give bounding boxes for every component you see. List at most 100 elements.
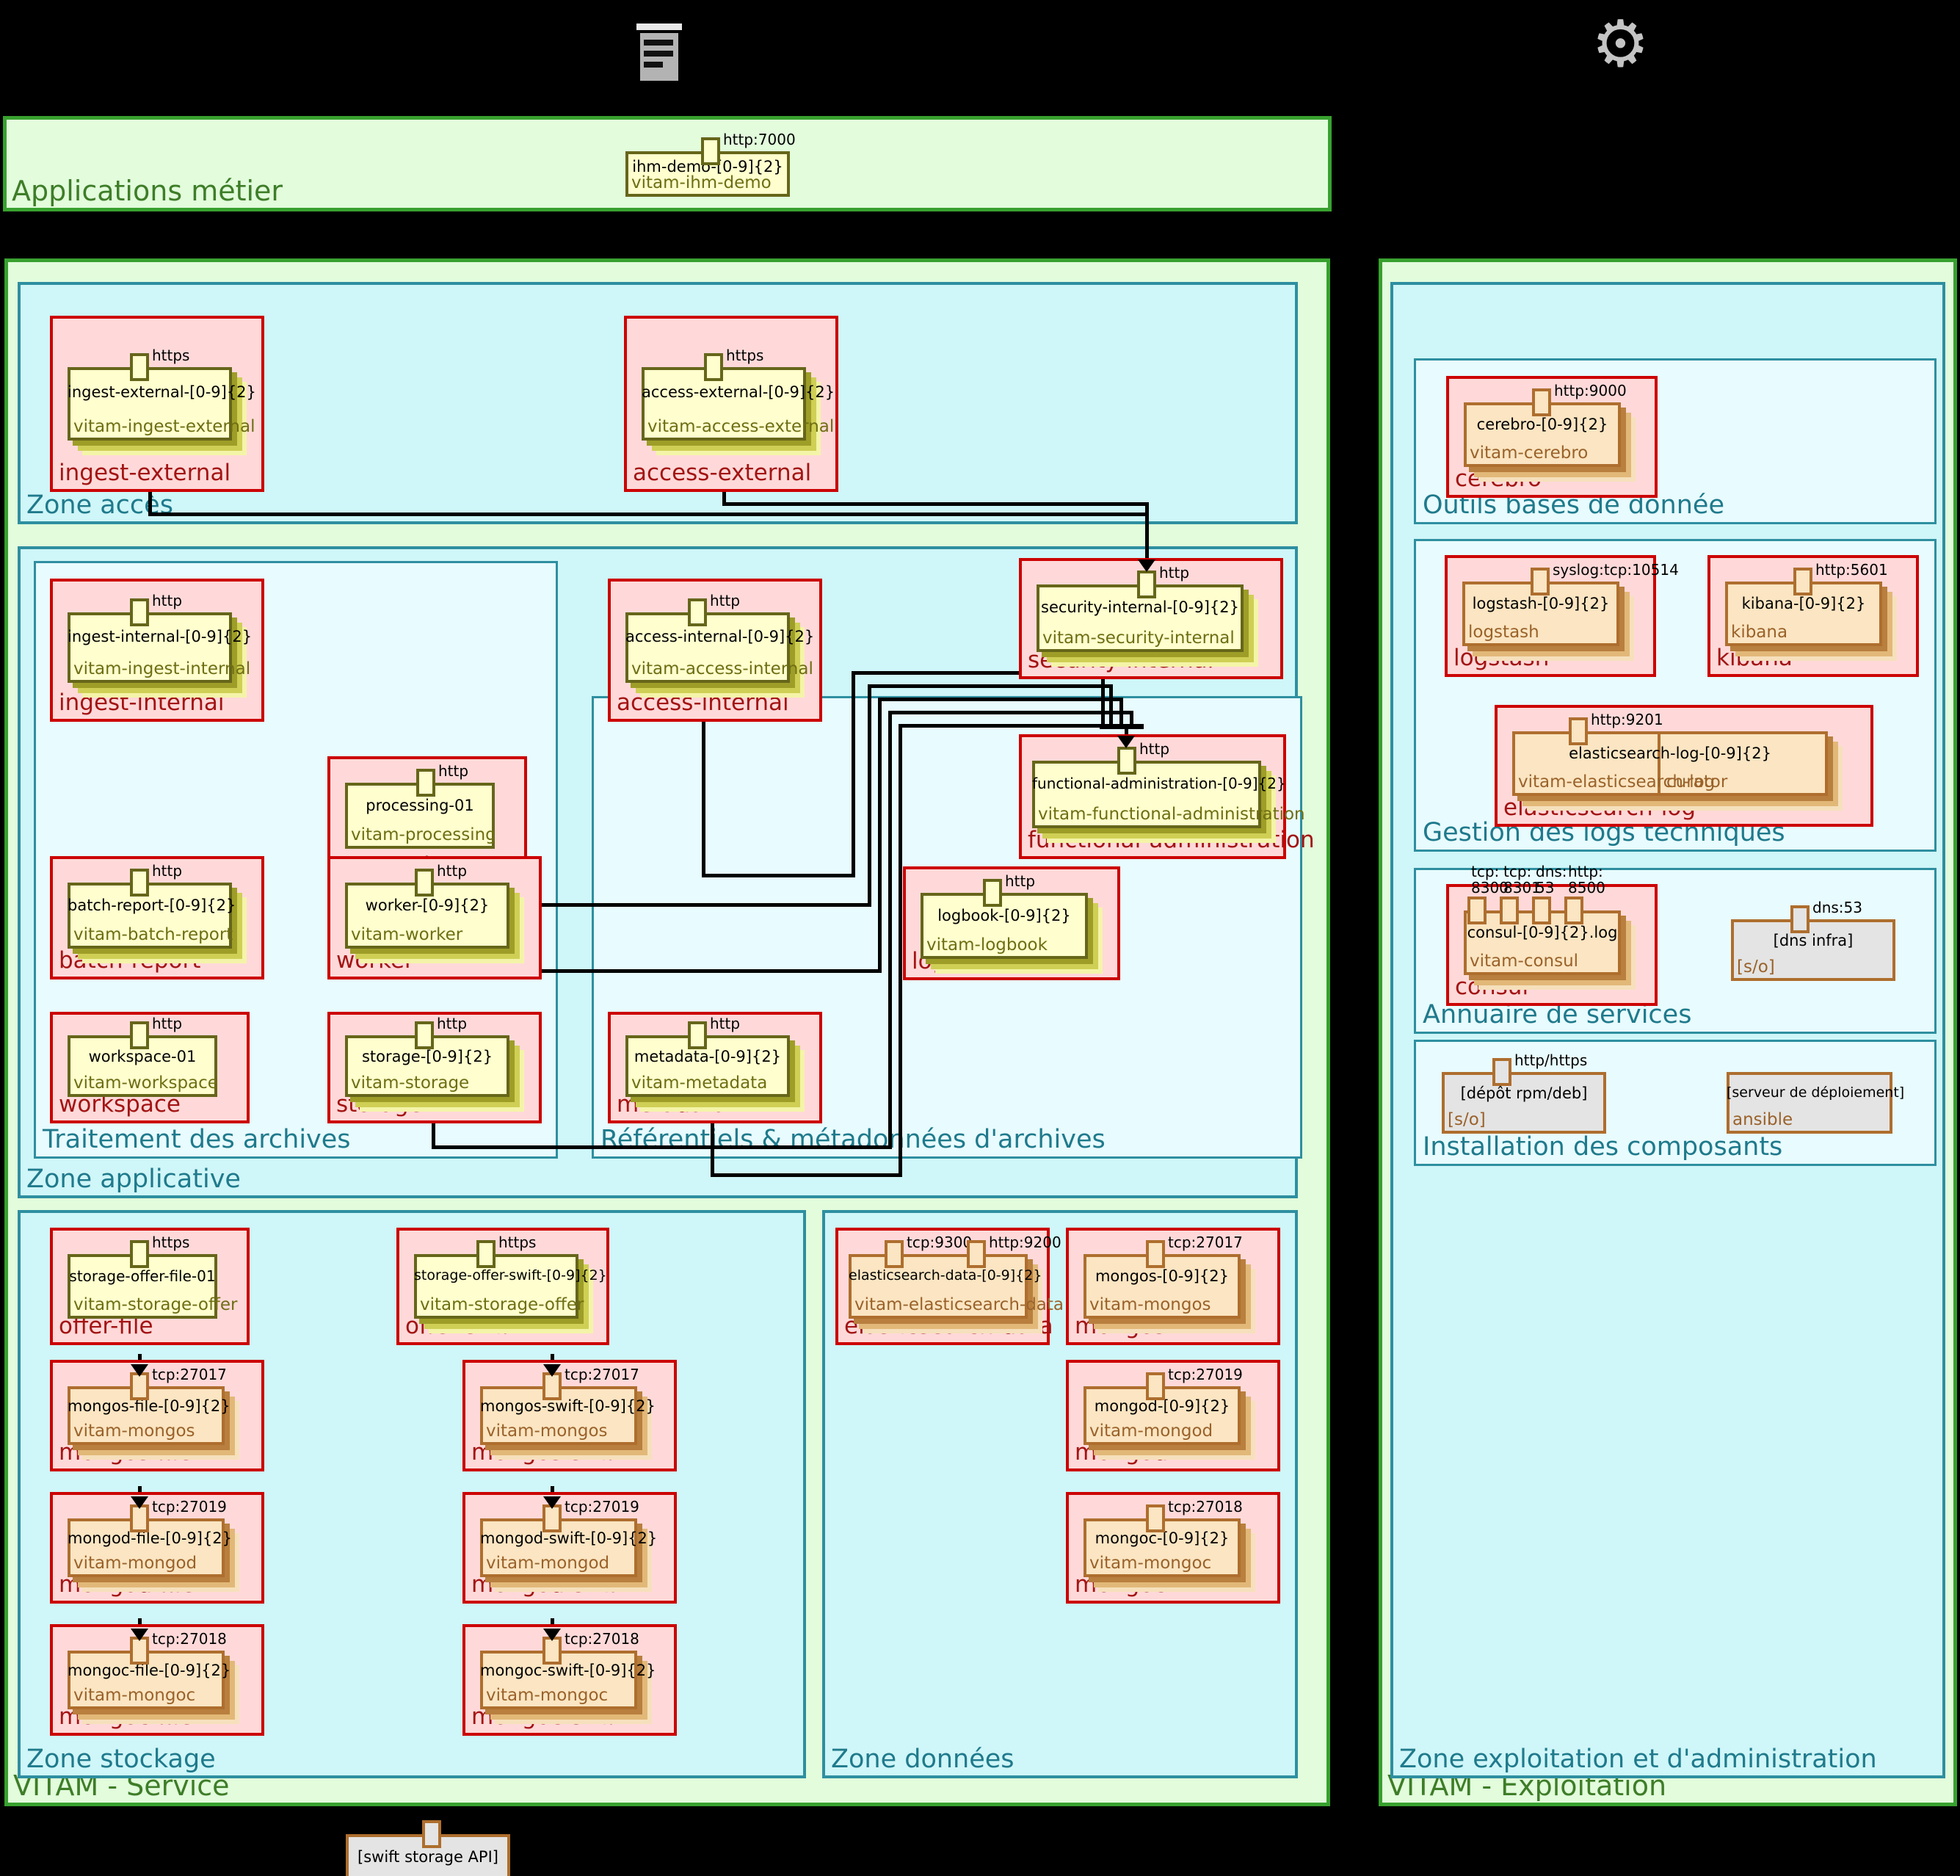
worker-group-label: worker <box>336 947 414 974</box>
logstash-sublabel: logstash <box>1468 623 1539 642</box>
dns-infra-port <box>1790 905 1810 933</box>
workspace-port <box>130 1021 149 1049</box>
security-internal-port <box>1137 571 1156 598</box>
worker-port <box>415 869 434 897</box>
batch-report-port-label: http <box>152 863 182 879</box>
vitam-architecture-diagram: ⚙ Applications métierVITAM - ServiceVITA… <box>0 0 1960 1876</box>
access-external-title: access-external-[0-9]{2} <box>642 383 806 401</box>
depot-rpm-deb-port-label: http/https <box>1514 1052 1587 1068</box>
document-icon <box>640 23 678 81</box>
mongos-swift-sublabel: vitam-mongos <box>486 1422 608 1441</box>
kibana-port <box>1793 568 1812 595</box>
mongoc-file-sublabel: vitam-mongoc <box>73 1686 195 1705</box>
depot-rpm-deb-title: [dépôt rpm/deb] <box>1442 1084 1606 1102</box>
offer-file-port-label: https <box>152 1234 189 1250</box>
access-internal-group-label: access-internal <box>617 689 789 716</box>
logbook-title: logbook-[0-9]{2} <box>921 907 1088 924</box>
consul-group-label: consul <box>1455 974 1528 1000</box>
arrowhead <box>131 1364 148 1377</box>
worker-sublabel: vitam-worker <box>351 925 462 944</box>
elasticsearch-data-port-label: tcp:9300 <box>907 1234 972 1250</box>
storage-port <box>415 1021 434 1049</box>
document-icon-line <box>644 51 673 57</box>
batch-report-port <box>130 869 149 897</box>
security-internal-title: security-internal-[0-9]{2} <box>1037 598 1244 616</box>
cerebro-sublabel: vitam-cerebro <box>1470 443 1588 463</box>
consul-port <box>1500 897 1519 924</box>
mongos-port-label: tcp:27017 <box>1168 1234 1243 1250</box>
zone-stockage-label: Zone stockage <box>26 1745 216 1875</box>
arrowhead <box>543 1364 561 1377</box>
elasticsearch-data-sublabel: vitam-elasticsearch-data <box>854 1295 1064 1314</box>
gear-icon: ⚙ <box>1591 12 1649 76</box>
elasticsearch-log-port <box>1569 717 1588 745</box>
connector-wire <box>852 671 855 877</box>
mongos-file-port-label: tcp:27017 <box>152 1366 227 1383</box>
elasticsearch-log-title: elasticsearch-log-[0-9]{2} <box>1512 745 1828 762</box>
zone-installation-label: Installation des composants <box>1423 1132 1782 1875</box>
access-external-port-label: https <box>726 347 763 363</box>
offer-file-sublabel: vitam-storage-offer <box>73 1295 237 1314</box>
connector-wire <box>702 722 705 877</box>
ingest-internal-title: ingest-internal-[0-9]{2} <box>68 628 232 645</box>
mongos-file-sublabel: vitam-mongos <box>73 1422 195 1441</box>
connector-wire <box>1100 725 1144 729</box>
mongos-port <box>1146 1240 1165 1268</box>
ingest-external-group-label: ingest-external <box>59 460 231 486</box>
ihm-demo-port <box>701 137 720 165</box>
mongoc-sublabel: vitam-mongoc <box>1089 1554 1211 1573</box>
offer-swift-port <box>476 1240 496 1268</box>
cerebro-port-label: http:9000 <box>1554 383 1627 399</box>
mongoc-swift-sublabel: vitam-mongoc <box>486 1686 608 1705</box>
depot-rpm-deb-port <box>1492 1058 1511 1086</box>
consul-port <box>1564 897 1583 924</box>
access-external-group-label: access-external <box>633 460 811 486</box>
batch-report-sublabel: vitam-batch-report <box>73 925 233 944</box>
offer-file-title: storage-offer-file-01 <box>68 1267 217 1285</box>
mongoc-port-label: tcp:27018 <box>1168 1499 1243 1515</box>
elasticsearch-data-title: elasticsearch-data-[0-9]{2} <box>849 1267 1028 1283</box>
arrowhead <box>1138 559 1155 572</box>
access-internal-port-label: http <box>710 593 740 609</box>
connector-wire <box>433 1145 892 1149</box>
swift-object-storage-title: [swift storage API] <box>346 1848 510 1866</box>
processing-sublabel: vitam-processing <box>351 825 496 844</box>
security-internal-port-label: http <box>1159 565 1189 581</box>
arrowhead <box>1117 736 1135 748</box>
functional-administration-sublabel: vitam-functional-administration <box>1038 805 1305 824</box>
connector-wire <box>703 874 855 877</box>
consul-port-label: dns: 53 <box>1536 863 1567 896</box>
connector-wire <box>148 513 1148 516</box>
cerebro-title: cerebro-[0-9]{2} <box>1464 416 1621 433</box>
arrowhead <box>131 1629 148 1641</box>
mongod-port-label: tcp:27019 <box>1168 1366 1243 1383</box>
depot-rpm-deb-sublabel: [s/o] <box>1448 1110 1486 1129</box>
mongod-swift-port-label: tcp:27019 <box>565 1499 639 1515</box>
connector-wire <box>711 1123 714 1177</box>
ihm-demo-sublabel: vitam-ihm-demo <box>631 173 772 192</box>
offer-swift-port-label: https <box>498 1234 536 1250</box>
logstash-group-label: logstash <box>1453 645 1549 671</box>
storage-port-label: http <box>437 1015 467 1032</box>
arrowhead <box>131 1496 148 1509</box>
elasticsearch-data-port-label: http:9200 <box>989 1234 1061 1250</box>
connector-wire <box>899 724 902 1176</box>
connector-wire <box>878 698 882 972</box>
ingest-internal-port-label: http <box>152 593 182 609</box>
consul-sublabel: vitam-consul <box>1470 952 1578 971</box>
mongoc-port <box>1146 1504 1165 1532</box>
kibana-group-label: kibana <box>1716 645 1793 671</box>
ingest-internal-group-label: ingest-internal <box>59 689 224 716</box>
ingest-external-port <box>130 353 149 381</box>
connector-wire <box>868 684 1113 688</box>
offer-swift-title: storage-offer-swift-[0-9]{2} <box>414 1267 578 1283</box>
dns-infra-port-label: dns:53 <box>1812 899 1862 916</box>
kibana-sublabel: kibana <box>1731 623 1787 642</box>
processing-title: processing-01 <box>345 797 495 814</box>
ingest-internal-sublabel: vitam-ingest-internal <box>73 659 250 678</box>
connector-wire <box>712 1173 902 1177</box>
consul-port <box>1467 897 1487 924</box>
functional-administration-group-label: functional-administration <box>1028 827 1315 853</box>
elasticsearch-data-port <box>885 1240 904 1268</box>
security-internal-sublabel: vitam-security-internal <box>1042 629 1235 648</box>
